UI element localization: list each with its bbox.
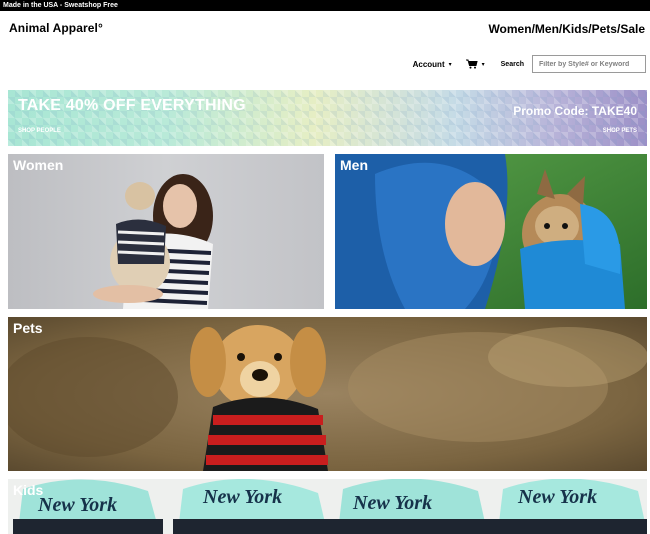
tile-label-kids: Kids bbox=[13, 482, 44, 498]
tile-label-pets: Pets bbox=[13, 320, 43, 336]
cart-icon bbox=[465, 59, 478, 69]
account-label: Account bbox=[412, 59, 445, 69]
hat-lettering: New York bbox=[352, 492, 432, 514]
search-label: Search bbox=[500, 60, 524, 68]
kids-photo: New York New York New York New York bbox=[8, 479, 647, 534]
shop-people-link[interactable]: SHOP PEOPLE bbox=[18, 128, 61, 134]
pets-photo bbox=[8, 317, 647, 471]
shop-pets-link[interactable]: SHOP PETS bbox=[603, 128, 637, 134]
top-announcement-bar: Made in the USA - Sweatshop Free bbox=[0, 0, 650, 11]
main-navigation: Women / Men / Kids / Pets / Sale bbox=[488, 22, 645, 36]
nav-men[interactable]: Men bbox=[535, 22, 559, 36]
tile-label-women: Women bbox=[13, 157, 64, 173]
promo-code: Promo Code: TAKE40 bbox=[513, 104, 637, 118]
chevron-down-icon: ▾ bbox=[448, 61, 452, 68]
site-logo[interactable]: Animal Apparel° bbox=[9, 21, 103, 35]
nav-pets[interactable]: Pets bbox=[592, 22, 617, 36]
category-tile-kids[interactable]: New York New York New York New York Kids bbox=[8, 479, 647, 534]
women-photo bbox=[8, 154, 324, 309]
promo-banner[interactable]: TAKE 40% OFF EVERYTHING Promo Code: TAKE… bbox=[8, 90, 647, 146]
chevron-down-icon: ▾ bbox=[481, 61, 485, 68]
category-tile-men[interactable]: Men bbox=[335, 154, 647, 309]
announcement-text: Made in the USA - Sweatshop Free bbox=[3, 2, 118, 9]
tile-label-men: Men bbox=[340, 157, 368, 173]
hat-lettering: New York bbox=[517, 486, 597, 508]
utility-bar: Account ▾ ▾ Search bbox=[413, 55, 646, 73]
account-menu[interactable]: Account ▾ bbox=[413, 60, 452, 69]
nav-women[interactable]: Women bbox=[488, 22, 531, 36]
hat-lettering: New York bbox=[202, 486, 282, 508]
category-tile-women[interactable]: Women bbox=[8, 154, 324, 309]
nav-kids[interactable]: Kids bbox=[562, 22, 588, 36]
search-input[interactable] bbox=[532, 55, 646, 73]
category-tile-pets[interactable]: Pets bbox=[8, 317, 647, 471]
promo-title: TAKE 40% OFF EVERYTHING bbox=[18, 97, 246, 114]
hat-lettering: New York bbox=[37, 494, 117, 516]
cart-button[interactable]: ▾ bbox=[465, 59, 485, 69]
nav-sale[interactable]: Sale bbox=[620, 22, 645, 36]
men-photo bbox=[335, 154, 647, 309]
